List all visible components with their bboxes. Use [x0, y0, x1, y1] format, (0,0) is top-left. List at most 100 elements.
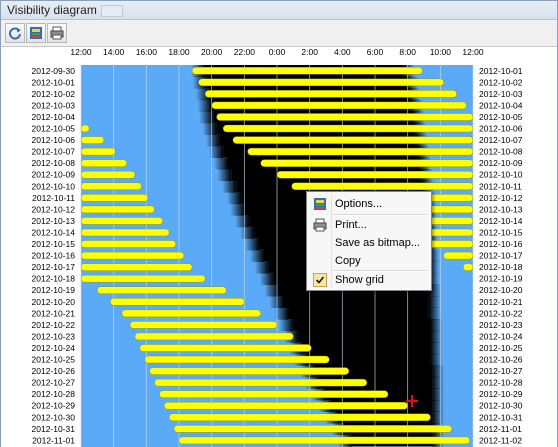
visibility-bar [110, 298, 245, 306]
row-date-label-right: 2012-10-12 [479, 193, 523, 203]
twilight-dusk [202, 122, 217, 135]
row-date-label-right: 2012-10-11 [479, 181, 522, 191]
x-tick-label: 18:00 [168, 47, 190, 57]
visibility-bar [80, 251, 185, 260]
visibility-bar [164, 402, 408, 410]
visibility-chart[interactable]: 12:00 14:00 16:00 18:00 20:00 22:00 0:00 2:00 4:… [1, 47, 557, 447]
row-date-label-left: 2012-10-12 [32, 204, 76, 214]
row-date-label-left: 2012-10-14 [32, 227, 76, 237]
visibility-bar [80, 205, 155, 214]
title-bar-control[interactable] [101, 5, 123, 17]
twilight-dawn [432, 399, 445, 412]
menu-item-label: Print... [335, 219, 367, 231]
visibility-bar [80, 228, 170, 237]
row-date-label-right: 2012-10-05 [479, 112, 523, 122]
twilight-dusk [269, 296, 284, 309]
visibility-bar [247, 147, 474, 156]
menu-item-options[interactable]: Options... [309, 194, 429, 214]
visibility-bar [144, 355, 330, 364]
visibility-bar [80, 171, 136, 179]
chart-canvas[interactable]: 12:00 14:00 16:00 18:00 20:00 22:00 0:00 2:00 4:… [1, 47, 557, 447]
print-button[interactable] [47, 23, 67, 43]
row-date-label-right: 2012-11-02 [479, 435, 522, 445]
twilight-dawn [428, 307, 441, 320]
visibility-bar [134, 332, 294, 341]
row-date-label-left: 2012-10-23 [32, 331, 76, 341]
twilight-dusk [199, 111, 214, 124]
visibility-bar [463, 263, 474, 271]
row-date-label-right: 2012-10-13 [479, 204, 523, 214]
twilight-dusk [205, 134, 220, 147]
row-date-label-right: 2012-10-08 [479, 147, 523, 157]
visibility-bar [139, 344, 312, 352]
row-date-label-right: 2012-10-02 [479, 77, 523, 87]
row-date-label-left: 2012-10-27 [32, 378, 76, 388]
visibility-bar [168, 413, 431, 421]
visibility-bar [159, 390, 389, 398]
row-date-label-left: 2012-10-06 [32, 135, 76, 145]
menu-item-label: Show grid [335, 274, 384, 286]
window-title: Visibility diagram [7, 3, 97, 17]
checkmark-box [312, 272, 328, 288]
context-menu: Options... Print... Save as bitmap... Co… [306, 191, 432, 291]
row-date-label-left: 2012-10-19 [32, 285, 76, 295]
row-date-label-left: 2012-10-07 [32, 147, 76, 157]
x-tick-label: 6:00 [367, 47, 384, 57]
visibility-bar [80, 136, 105, 144]
options-icon [312, 196, 328, 212]
row-date-label-left: 2012-10-10 [32, 181, 76, 191]
row-date-label-right: 2012-10-18 [479, 262, 523, 272]
row-date-label-right: 2012-10-09 [479, 158, 523, 168]
row-date-label-left: 2012-10-16 [32, 251, 76, 261]
x-tick-label: 22:00 [234, 47, 256, 57]
x-tick-label: 8:00 [399, 47, 416, 57]
row-date-label-right: 2012-11-01 [479, 424, 522, 434]
twilight-dusk [214, 157, 228, 170]
twilight-dusk [240, 226, 255, 239]
row-date-label-right: 2012-10-21 [479, 297, 523, 307]
x-tick-label: 14:00 [103, 47, 125, 57]
row-date-label-right: 2012-10-20 [479, 285, 523, 295]
visibility-bar [149, 367, 350, 375]
twilight-dusk [274, 307, 289, 320]
row-date-label-right: 2012-10-24 [479, 331, 523, 341]
visibility-bar [216, 113, 474, 121]
menu-item-print[interactable]: Print... [309, 215, 429, 235]
visibility-bar [443, 251, 474, 260]
menu-item-copy[interactable]: Copy [309, 251, 429, 271]
row-date-label-right: 2012-10-28 [479, 378, 523, 388]
row-date-label-left: 2012-10-04 [32, 112, 76, 122]
row-date-label-right: 2012-10-30 [479, 401, 523, 411]
visibility-bar [121, 309, 261, 318]
x-tick-label: 20:00 [201, 47, 223, 57]
toolbar [1, 20, 557, 47]
options-icon [30, 27, 42, 39]
row-date-label-right: 2012-10-19 [479, 274, 523, 284]
twilight-dawn [432, 365, 445, 378]
row-date-label-left: 2012-10-08 [32, 158, 76, 168]
menu-item-label: Copy [335, 255, 361, 267]
twilight-dawn [432, 376, 445, 389]
row-date-label-left: 2012-10-18 [32, 274, 76, 284]
twilight-dusk [209, 145, 224, 158]
row-date-label-left: 2012-10-11 [32, 193, 75, 203]
row-date-label-left: 2012-10-30 [32, 412, 76, 422]
twilight-dusk [254, 261, 269, 274]
title-bar[interactable]: Visibility diagram [1, 1, 557, 20]
menu-item-label: Options... [335, 198, 383, 210]
menu-item-show-grid[interactable]: Show grid [309, 270, 429, 290]
twilight-dawn [432, 388, 445, 401]
visibility-bar [204, 90, 457, 98]
twilight-dusk [217, 168, 232, 181]
menu-item-save-as-bitmap[interactable]: Save as bitmap... [309, 233, 429, 253]
row-date-label-left: 2012-09-30 [32, 66, 76, 76]
row-date-label-left: 2012-10-31 [32, 424, 76, 434]
options-button[interactable] [26, 23, 46, 43]
row-date-label-right: 2012-10-15 [479, 227, 523, 237]
row-date-label-left: 2012-10-26 [32, 366, 76, 376]
visibility-bar [80, 217, 163, 225]
row-date-label-left: 2012-10-21 [32, 308, 76, 318]
twilight-dusk [264, 284, 279, 297]
refresh-button[interactable] [5, 23, 25, 43]
row-date-label-left: 2012-10-17 [32, 262, 76, 272]
